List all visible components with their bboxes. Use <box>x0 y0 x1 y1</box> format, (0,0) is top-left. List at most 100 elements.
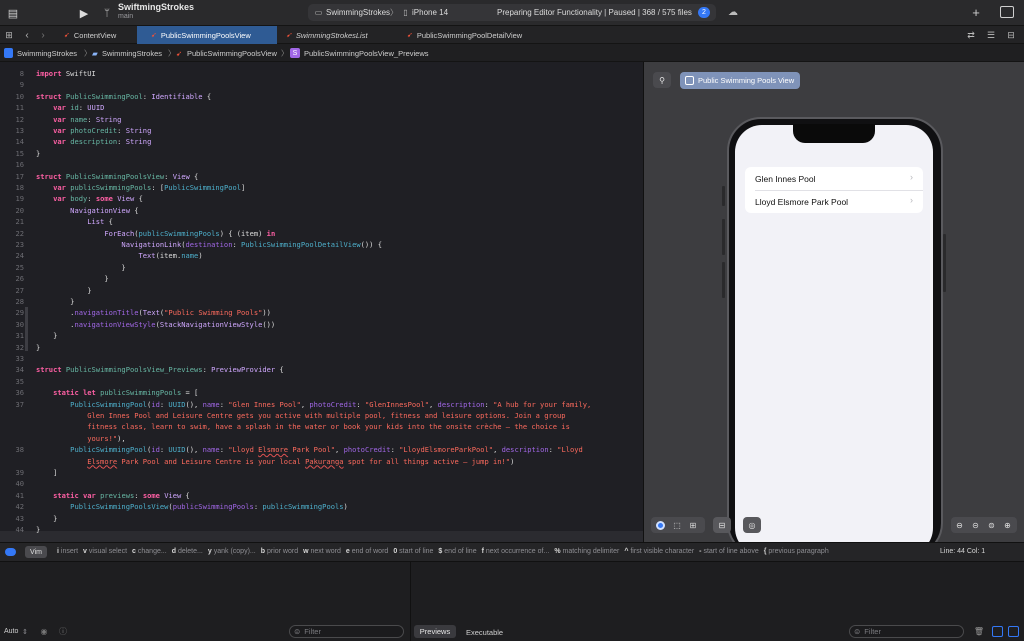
zoom-100-icon[interactable]: ⊝ <box>969 519 982 531</box>
vim-hint-text: end of line <box>444 548 477 555</box>
line-number: 36 <box>15 388 24 398</box>
vim-hint-text: delete... <box>177 548 203 555</box>
split-editor-icon[interactable]: ⊟ <box>1006 29 1016 41</box>
code-line: fitness class, learn to swim, have a spl… <box>36 422 570 432</box>
vim-hint-key: { <box>763 548 767 555</box>
auto-selector[interactable]: Auto <box>4 628 18 635</box>
swift-file-icon: ➹ <box>286 32 292 39</box>
list-item[interactable]: Glen Innes Pool › <box>745 167 923 190</box>
vim-hint-key: 0 <box>393 548 398 555</box>
swift-file-icon: ➹ <box>176 48 183 58</box>
tab-publicswimmingpoolsview[interactable]: ➹ PublicSwimmingPoolsView <box>137 26 277 44</box>
show-variables-icon[interactable] <box>992 626 1003 637</box>
live-preview-icon[interactable] <box>656 521 665 530</box>
vim-hint: i insert <box>57 548 78 555</box>
line-number: 42 <box>15 502 24 512</box>
code-line: static let publicSwimmingPools = [ <box>53 388 199 398</box>
breadcrumb-item[interactable]: PublicSwimmingPoolsView_Previews <box>304 44 429 62</box>
line-number: 39 <box>15 468 24 477</box>
project-name[interactable]: SwiftmingStrokes <box>118 2 194 12</box>
line-number: 19 <box>15 194 24 204</box>
list-item[interactable]: Lloyd Elsmore Park Pool › <box>745 190 923 213</box>
line-number: 35 <box>15 376 24 386</box>
breadcrumb-item[interactable]: PublicSwimmingPoolsView <box>187 44 277 62</box>
tab-previews[interactable]: Previews <box>414 625 456 638</box>
preview-pin-label[interactable]: Public Swimming Pools View <box>680 72 801 89</box>
code-editor[interactable]: 8 import SwiftUI 9 10 struct PublicSwimmingP… <box>0 62 643 542</box>
editor-options-icon[interactable]: ☰ <box>986 29 996 41</box>
variants-icon[interactable]: ⊞ <box>688 520 698 530</box>
iphone-screen: Glen Innes Pool › Lloyd Elsmore Park Poo… <box>735 125 933 542</box>
vim-hint: v visual select <box>83 548 127 555</box>
forward-icon[interactable]: › <box>38 28 48 42</box>
line-number: 14 <box>15 137 24 147</box>
code-line: } <box>36 274 109 284</box>
device-selector[interactable]: iPhone 14 <box>412 8 448 17</box>
tab-label: SwimmingStrokesList <box>295 30 368 40</box>
vim-hint-key: v <box>83 548 87 555</box>
line-number: 44 <box>15 525 24 534</box>
run-button[interactable]: ▶ <box>76 5 92 21</box>
tab-label: ContentView <box>73 30 117 40</box>
vim-hint-key: ^ <box>624 548 629 555</box>
swift-file-icon: ➹ <box>407 32 413 39</box>
vim-hint-text: first visible character <box>630 548 695 555</box>
eye-icon[interactable]: ◉ <box>38 626 50 637</box>
add-icon[interactable]: + <box>969 5 983 20</box>
vim-hint-key: b <box>260 548 266 555</box>
code-line: struct PublicSwimmingPool: Identifiable … <box>36 91 212 101</box>
side-button <box>943 234 946 292</box>
code-line: yours!"), <box>36 433 126 443</box>
code-line: struct PublicSwimmingPoolsView_Previews:… <box>36 365 284 375</box>
scheme-selector[interactable]: SwimmingStrokes <box>326 8 390 17</box>
line-number: 25 <box>15 262 24 272</box>
zoom-in-icon[interactable]: ⊕ <box>1001 519 1014 531</box>
selectable-icon[interactable]: ⬚ <box>672 520 682 530</box>
vim-hint-text: end of word <box>351 548 389 555</box>
tab-executable[interactable]: Executable <box>466 628 503 637</box>
code-line: PublicSwimmingPoolsView(publicSwimmingPo… <box>70 502 348 512</box>
code-line: import SwiftUI <box>36 69 96 78</box>
vim-hint-text: visual select <box>88 548 128 555</box>
vim-hint: { previous paragraph <box>764 548 829 555</box>
info-icon[interactable]: ⓘ <box>58 626 68 637</box>
console-filter-input[interactable]: ⊜ Filter <box>849 625 964 638</box>
editor-tab-bar: ⊞ ‹ › ➹ ContentView ➹ PublicSwimmingPool… <box>0 26 1024 44</box>
line-number: 12 <box>15 114 24 124</box>
trash-icon[interactable]: 🗑 <box>974 626 984 637</box>
line-number: 27 <box>15 285 24 295</box>
back-icon[interactable]: ‹ <box>22 28 32 42</box>
pin-button[interactable]: ⚲ <box>653 72 671 88</box>
vim-hint: d delete... <box>172 548 203 555</box>
preview-pin-text: Public Swimming Pools View <box>698 76 795 85</box>
tab-swimmingstrokeslist[interactable]: ➹ SwimmingStrokesList <box>286 26 406 44</box>
side-button <box>722 262 725 298</box>
sidebar-toggle-icon[interactable]: ▤ <box>6 6 20 20</box>
device-settings-button[interactable]: ⊟ <box>713 517 731 533</box>
struct-icon: S <box>290 48 300 58</box>
grid-icon[interactable]: ⊞ <box>4 29 14 41</box>
tab-contentview[interactable]: ➹ ContentView <box>64 26 136 44</box>
filter-placeholder: Filter <box>864 627 881 636</box>
breadcrumb-item[interactable]: SwimmingStrokes <box>102 44 162 62</box>
vim-hint: f next occurrence of... <box>482 548 550 555</box>
code-line: var publicSwimmingPools: [PublicSwimming… <box>53 183 246 192</box>
variables-filter-input[interactable]: ⊜ Filter <box>289 625 404 638</box>
side-button <box>722 219 725 255</box>
zoom-out-icon[interactable]: ⊖ <box>953 519 966 531</box>
inspector-toggle-icon[interactable] <box>1000 6 1014 18</box>
tab-label: PublicSwimmingPoolsView <box>160 30 251 40</box>
zoom-fit-icon[interactable]: ⊜ <box>985 519 998 531</box>
line-number: 28 <box>15 297 24 306</box>
tab-publicswimmingpooldetailview[interactable]: ➹ PublicSwimmingPoolDetailView <box>407 26 567 44</box>
line-number: 38 <box>15 445 24 455</box>
status-badge[interactable]: 2 <box>698 7 710 18</box>
project-icon <box>4 48 13 58</box>
refresh-icon[interactable]: ⇄ <box>966 29 976 41</box>
orientation-button[interactable]: ◎ <box>743 517 761 533</box>
code-line: } <box>36 525 41 534</box>
toggle-icon[interactable] <box>5 548 16 556</box>
list-item-label: Lloyd Elsmore Park Pool <box>755 196 849 207</box>
show-console-icon[interactable] <box>1008 626 1019 637</box>
breadcrumb-item[interactable]: SwimmingStrokes <box>17 44 77 62</box>
